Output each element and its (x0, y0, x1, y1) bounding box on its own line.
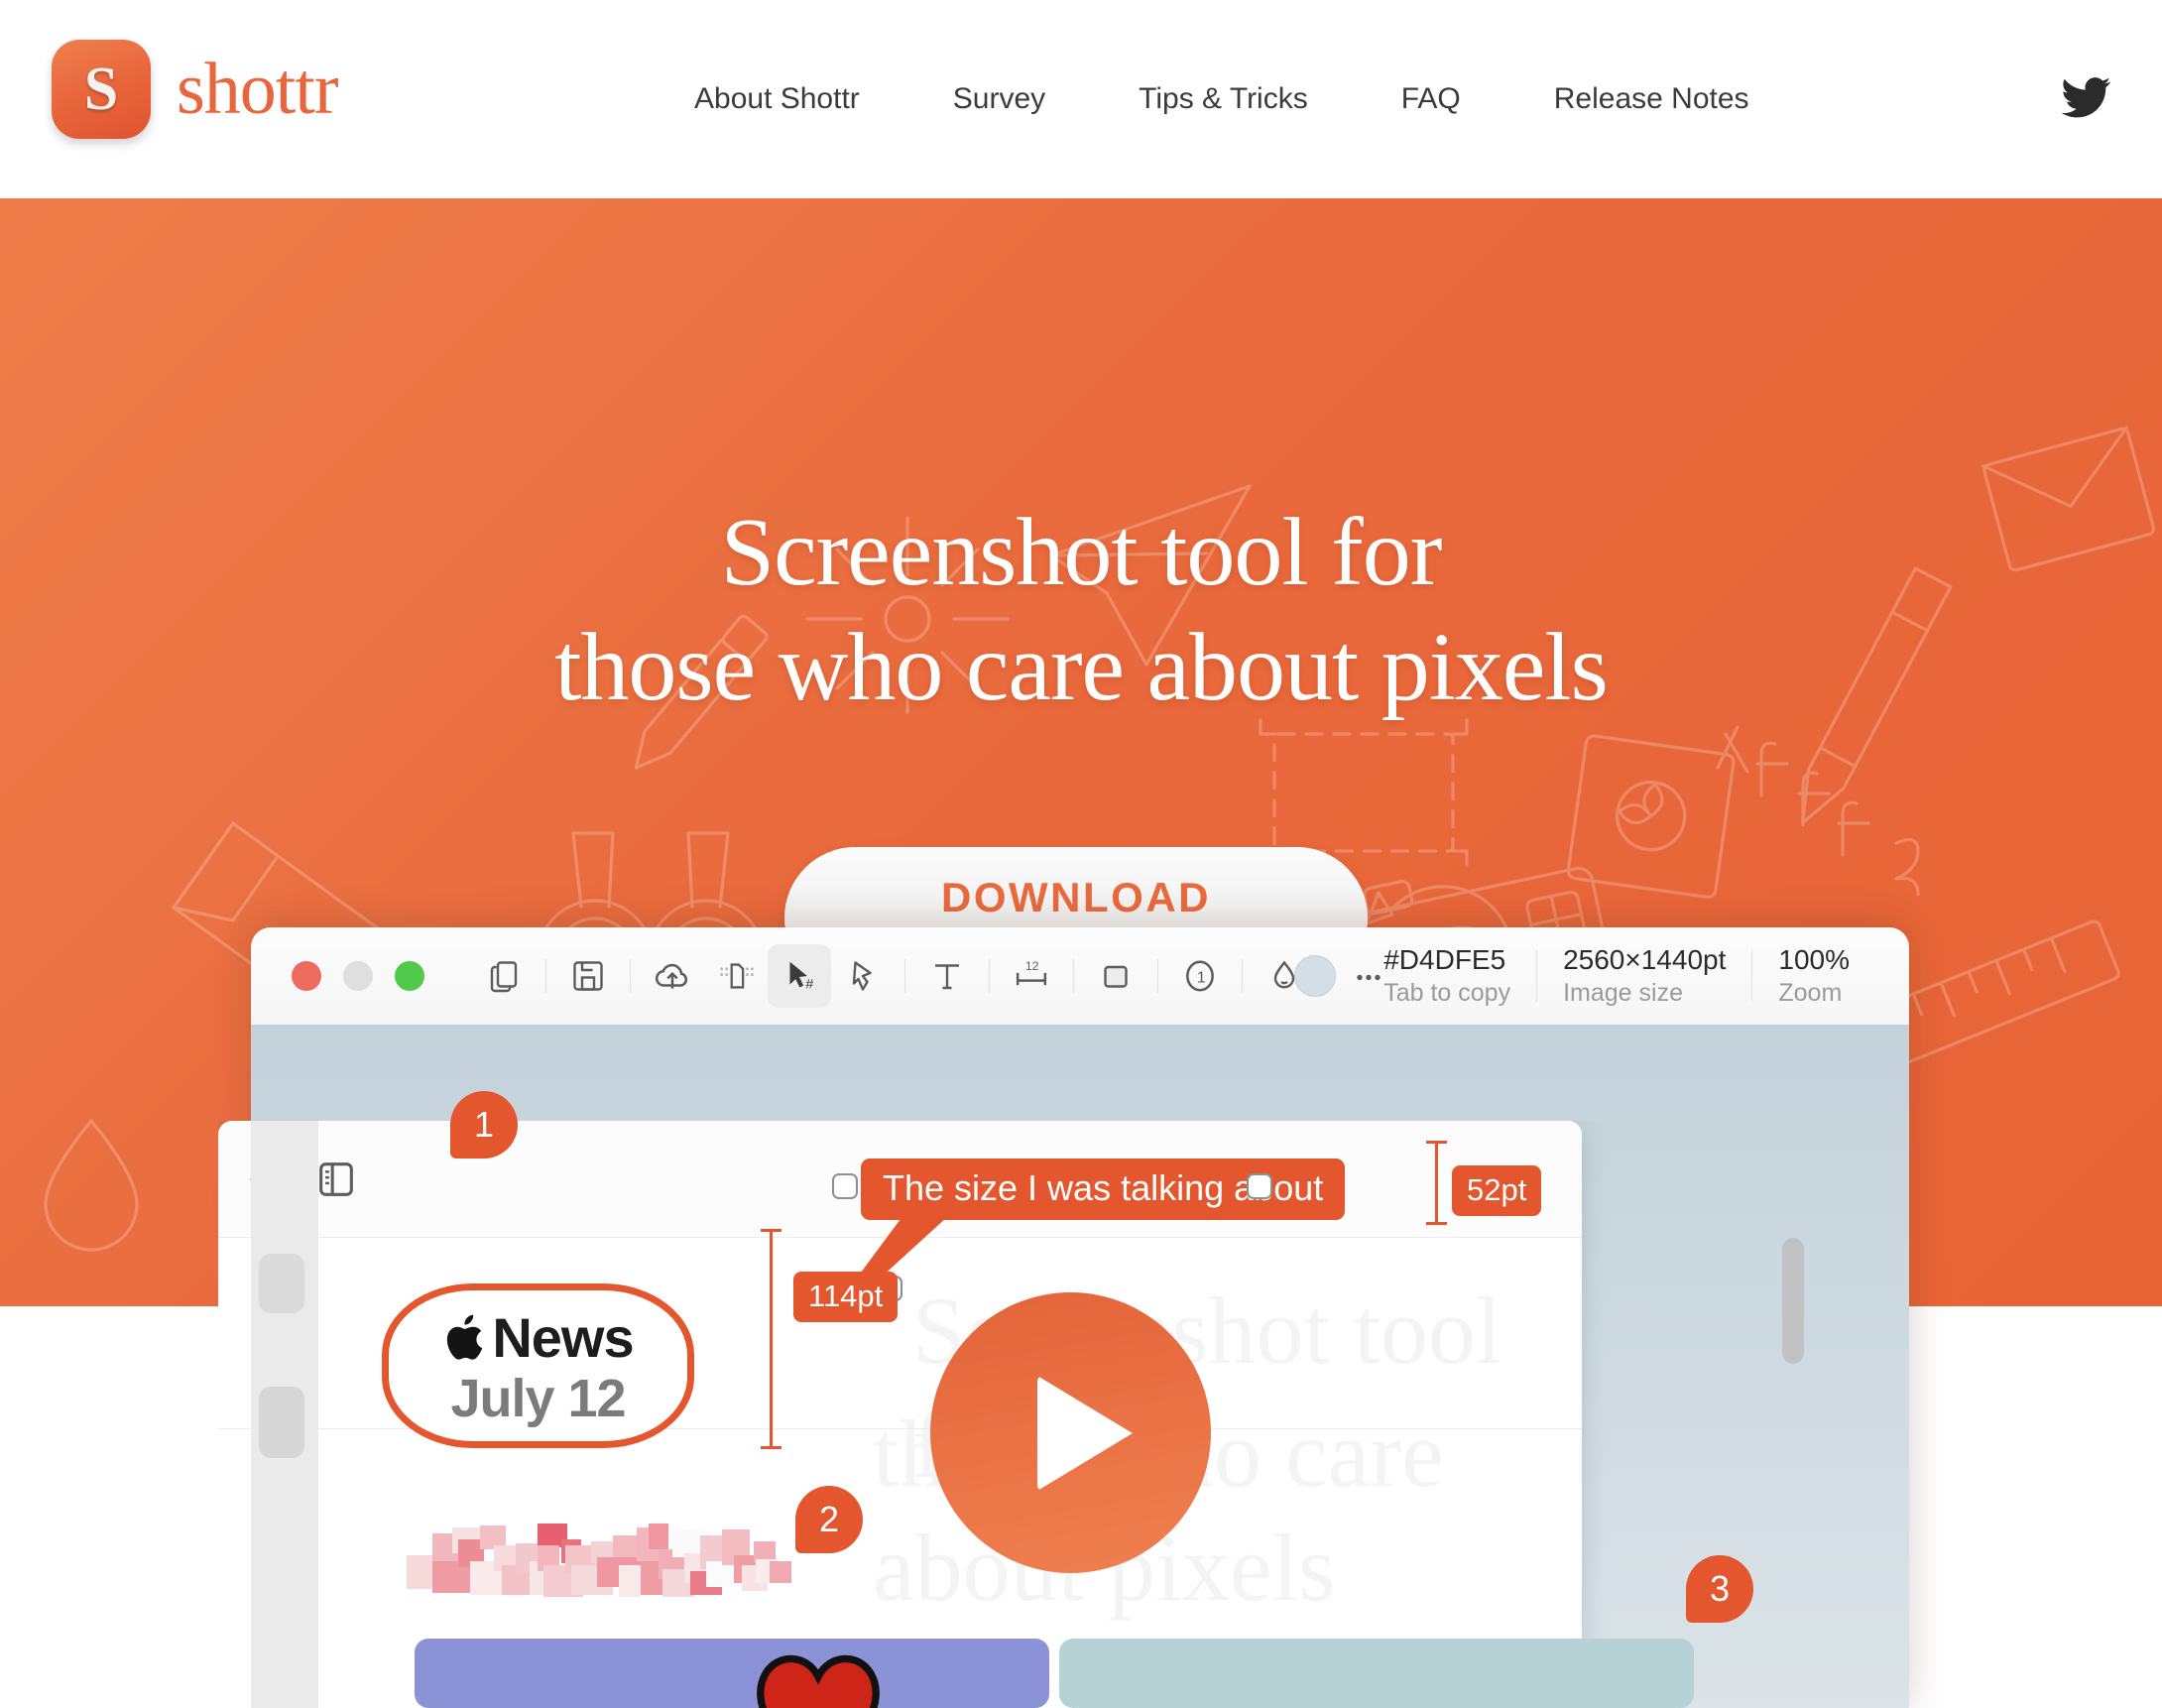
landing-page: S shottr About Shottr Survey Tips & Tric… (0, 0, 2162, 1708)
twitter-icon[interactable] (2059, 71, 2114, 123)
image-size-value: 2560×1440pt (1563, 944, 1727, 975)
toolbar: # 12 1 (472, 944, 1400, 1008)
pen-icon[interactable] (831, 944, 895, 1008)
color-swatch[interactable] (1294, 955, 1337, 997)
toolbar-divider (989, 959, 990, 993)
rail-chip-top[interactable] (259, 1254, 304, 1313)
callout-bubble-1[interactable]: 1 (450, 1091, 518, 1159)
zoom-label: Zoom (1778, 979, 1843, 1007)
brand-logo[interactable]: S shottr (52, 40, 339, 139)
apple-news-date: July 12 (450, 1369, 626, 1428)
minimize-button[interactable] (343, 961, 373, 991)
zoom-button[interactable] (395, 961, 424, 991)
toolbar-divider (545, 959, 546, 993)
brand-wordmark: shottr (177, 49, 339, 130)
toolbar-divider (630, 959, 631, 993)
svg-text:1: 1 (1197, 969, 1206, 986)
pixelated-region (407, 1524, 791, 1597)
crop-icon[interactable] (704, 944, 768, 1008)
hero-title-line-1: Screenshot tool for (720, 499, 1443, 606)
zoom-status[interactable]: 100% Zoom (1752, 944, 1875, 1008)
toolbar-divider (904, 959, 905, 993)
color-status[interactable]: #D4DFE5 Tab to copy (1358, 944, 1536, 1008)
annotation-tagline[interactable]: The size I was talking about (861, 1159, 1346, 1220)
measure-icon[interactable]: 12 (1000, 944, 1063, 1008)
apple-news-badge: News July 12 (382, 1283, 694, 1448)
toolbar-divider (1157, 959, 1158, 993)
color-hint: Tab to copy (1383, 979, 1511, 1007)
apple-news-label: News (492, 1306, 634, 1369)
nav-item-tips-tricks[interactable]: Tips & Tricks (1139, 82, 1308, 116)
window-controls (292, 961, 424, 991)
zoom-value: 100% (1778, 944, 1850, 975)
content-card-purple[interactable] (415, 1639, 1049, 1708)
measure-label-114[interactable]: 114pt (793, 1272, 899, 1322)
play-button[interactable] (930, 1292, 1211, 1573)
svg-text:12: 12 (1025, 959, 1039, 973)
svg-text:#: # (805, 977, 813, 993)
image-size-status: 2560×1440pt Image size (1537, 944, 1751, 1008)
measure-label-52[interactable]: 52pt (1452, 1165, 1542, 1216)
save-icon[interactable] (556, 944, 620, 1008)
image-size-label: Image size (1563, 979, 1683, 1007)
shottr-app-icon: S (52, 40, 151, 139)
callout-bubble-3[interactable]: 3 (1686, 1555, 1753, 1623)
page-title: Screenshot tool for those who care about… (0, 496, 2162, 725)
select-arrow-icon[interactable]: # (768, 944, 831, 1008)
callout-bubble-2[interactable]: 2 (795, 1486, 863, 1553)
nav-item-release-notes[interactable]: Release Notes (1554, 82, 1749, 116)
status-bar: #D4DFE5 Tab to copy 2560×1440pt Image si… (1294, 927, 1875, 1025)
main-navigation: About Shottr Survey Tips & Tricks FAQ Re… (694, 0, 1749, 198)
toolbar-divider (1073, 959, 1074, 993)
rectangle-icon[interactable] (1084, 944, 1147, 1008)
apple-logo-icon (447, 1314, 483, 1360)
sidebar-toggle-icon[interactable] (313, 1157, 359, 1202)
site-header: S shottr About Shottr Survey Tips & Tric… (0, 0, 2162, 198)
apple-news-row: News (442, 1306, 635, 1369)
app-titlebar: # 12 1 #D4DFE5 Tab to copy 2560×1440pt I… (251, 927, 1909, 1025)
counter-icon[interactable]: 1 (1168, 944, 1232, 1008)
color-value: #D4DFE5 (1383, 944, 1506, 975)
nav-item-about-shottr[interactable]: About Shottr (694, 82, 860, 116)
play-triangle-icon (1036, 1375, 1133, 1491)
hero-title-line-2: those who care about pixels (554, 613, 1609, 721)
download-label: DOWNLOAD (941, 874, 1211, 920)
nav-item-faq[interactable]: FAQ (1401, 82, 1461, 116)
document-scrollbar[interactable] (1782, 1238, 1804, 1364)
copy-icon[interactable] (472, 944, 536, 1008)
content-card-teal[interactable] (1059, 1639, 1694, 1708)
close-button[interactable] (292, 961, 321, 991)
nav-item-survey[interactable]: Survey (953, 82, 1045, 116)
rail-chip-bottom[interactable] (259, 1387, 304, 1458)
upload-cloud-icon[interactable] (641, 944, 704, 1008)
text-tool-icon[interactable] (915, 944, 979, 1008)
toolbar-divider (1242, 959, 1243, 993)
heart-sticker-icon (757, 1654, 880, 1708)
